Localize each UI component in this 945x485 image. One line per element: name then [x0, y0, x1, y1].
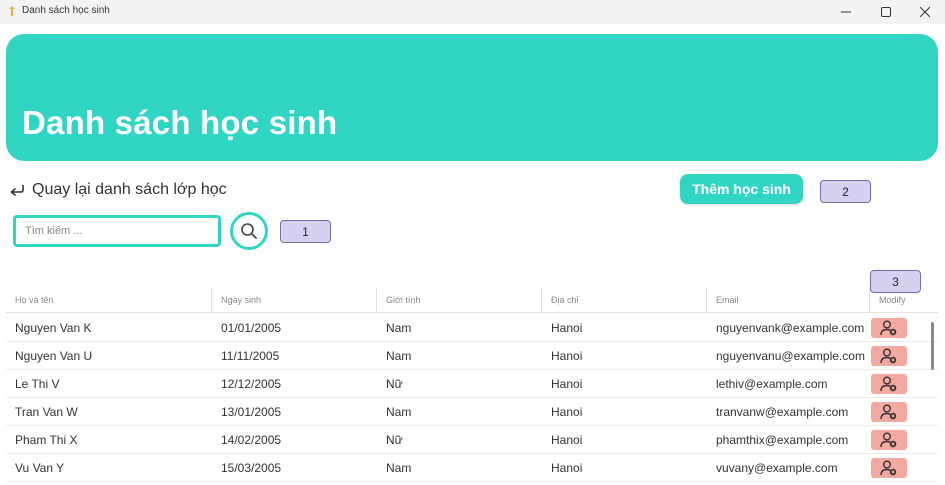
user-edit-icon [880, 432, 897, 448]
cell-address: Hanoi [551, 377, 583, 391]
table-row[interactable]: Tran Van W 13/01/2005 Nam Hanoi tranvanw… [6, 398, 938, 426]
back-to-class-list-link[interactable]: Quay lại danh sách lớp học [9, 181, 227, 199]
user-edit-icon [880, 460, 897, 476]
table-row[interactable]: Pham Thi X 14/02/2005 Nữ Hanoi phamthix@… [6, 426, 938, 454]
search-input[interactable] [13, 215, 221, 247]
modify-button[interactable] [871, 430, 907, 450]
cell-email: nguyenvanu@example.com [716, 349, 865, 363]
table-header: Họ và tên Ngày sinh Giới tính Địa chỉ Em… [6, 288, 938, 313]
cell-gender: Nam [386, 321, 412, 335]
app-icon [9, 6, 15, 16]
search-icon [241, 223, 257, 239]
add-student-button[interactable]: Thêm học sinh [680, 174, 803, 204]
cell-gender: Nữ [386, 433, 403, 447]
cell-address: Hanoi [551, 461, 583, 475]
close-icon [920, 7, 930, 17]
modify-button[interactable] [871, 458, 907, 478]
annotation-badge-1: 1 [280, 220, 331, 243]
table-scrollbar[interactable] [931, 322, 934, 370]
cell-name: Le Thi V [15, 377, 60, 391]
cell-name: Nguyen Van U [15, 349, 93, 363]
user-edit-icon [880, 376, 897, 392]
cell-birthdate: 14/02/2005 [221, 433, 282, 447]
table-row[interactable]: Vu Van Y 15/03/2005 Nam Hanoi vuvany@exa… [6, 454, 938, 482]
cell-birthdate: 01/01/2005 [221, 321, 282, 335]
modify-button[interactable] [871, 318, 907, 338]
table-row[interactable]: Nguyen Van K 01/01/2005 Nam Hanoi nguyen… [6, 314, 938, 342]
column-header-name[interactable]: Họ và tên [6, 288, 211, 313]
maximize-button[interactable] [866, 0, 906, 24]
column-header-email[interactable]: Email [706, 288, 869, 313]
cell-birthdate: 12/12/2005 [221, 377, 282, 391]
cell-email: lethiv@example.com [716, 377, 828, 391]
minimize-button[interactable] [826, 0, 866, 24]
cell-email: vuvany@example.com [716, 461, 838, 475]
cell-name: Vu Van Y [15, 461, 65, 475]
cell-gender: Nam [386, 349, 412, 363]
cell-birthdate: 13/01/2005 [221, 405, 282, 419]
column-header-birthdate[interactable]: Ngày sinh [211, 288, 376, 313]
cell-address: Hanoi [551, 349, 583, 363]
cell-email: phamthix@example.com [716, 433, 849, 447]
page-title: Danh sách học sinh [22, 104, 338, 141]
modify-button[interactable] [871, 402, 907, 422]
cell-name: Tran Van W [15, 405, 78, 419]
cell-name: Pham Thi X [15, 433, 78, 447]
user-edit-icon [880, 320, 897, 336]
cell-address: Hanoi [551, 433, 583, 447]
header-banner: Danh sách học sinh [6, 34, 938, 161]
column-header-address[interactable]: Địa chỉ [541, 288, 706, 313]
back-link-label: Quay lại danh sách lớp học [32, 181, 227, 198]
window-title: Danh sách học sinh [22, 5, 110, 16]
cell-name: Nguyen Van K [15, 321, 92, 335]
search-button[interactable] [230, 212, 268, 250]
close-button[interactable] [905, 0, 945, 24]
cell-address: Hanoi [551, 405, 583, 419]
column-header-gender[interactable]: Giới tính [376, 288, 541, 313]
user-edit-icon [880, 404, 897, 420]
cell-address: Hanoi [551, 321, 583, 335]
modify-button[interactable] [871, 374, 907, 394]
cell-birthdate: 11/11/2005 [221, 349, 280, 363]
cell-email: tranvanw@example.com [716, 405, 849, 419]
title-bar: Danh sách học sinh [0, 0, 945, 24]
cell-gender: Nam [386, 405, 412, 419]
column-header-modify: Modify [869, 288, 938, 313]
table-row[interactable]: Le Thi V 12/12/2005 Nữ Hanoi lethiv@exam… [6, 370, 938, 398]
cell-gender: Nữ [386, 377, 403, 391]
modify-button[interactable] [871, 346, 907, 366]
minimize-icon [841, 11, 851, 13]
maximize-icon [881, 7, 891, 17]
user-edit-icon [880, 348, 897, 364]
cell-gender: Nam [386, 461, 412, 475]
annotation-badge-2: 2 [820, 180, 871, 203]
cell-birthdate: 15/03/2005 [221, 461, 282, 475]
return-arrow-icon [10, 185, 24, 197]
table-row[interactable]: Nguyen Van U 11/11/2005 Nam Hanoi nguyen… [6, 342, 938, 370]
student-table: Họ và tên Ngày sinh Giới tính Địa chỉ Em… [6, 288, 938, 485]
cell-email: nguyenvank@example.com [716, 321, 865, 335]
